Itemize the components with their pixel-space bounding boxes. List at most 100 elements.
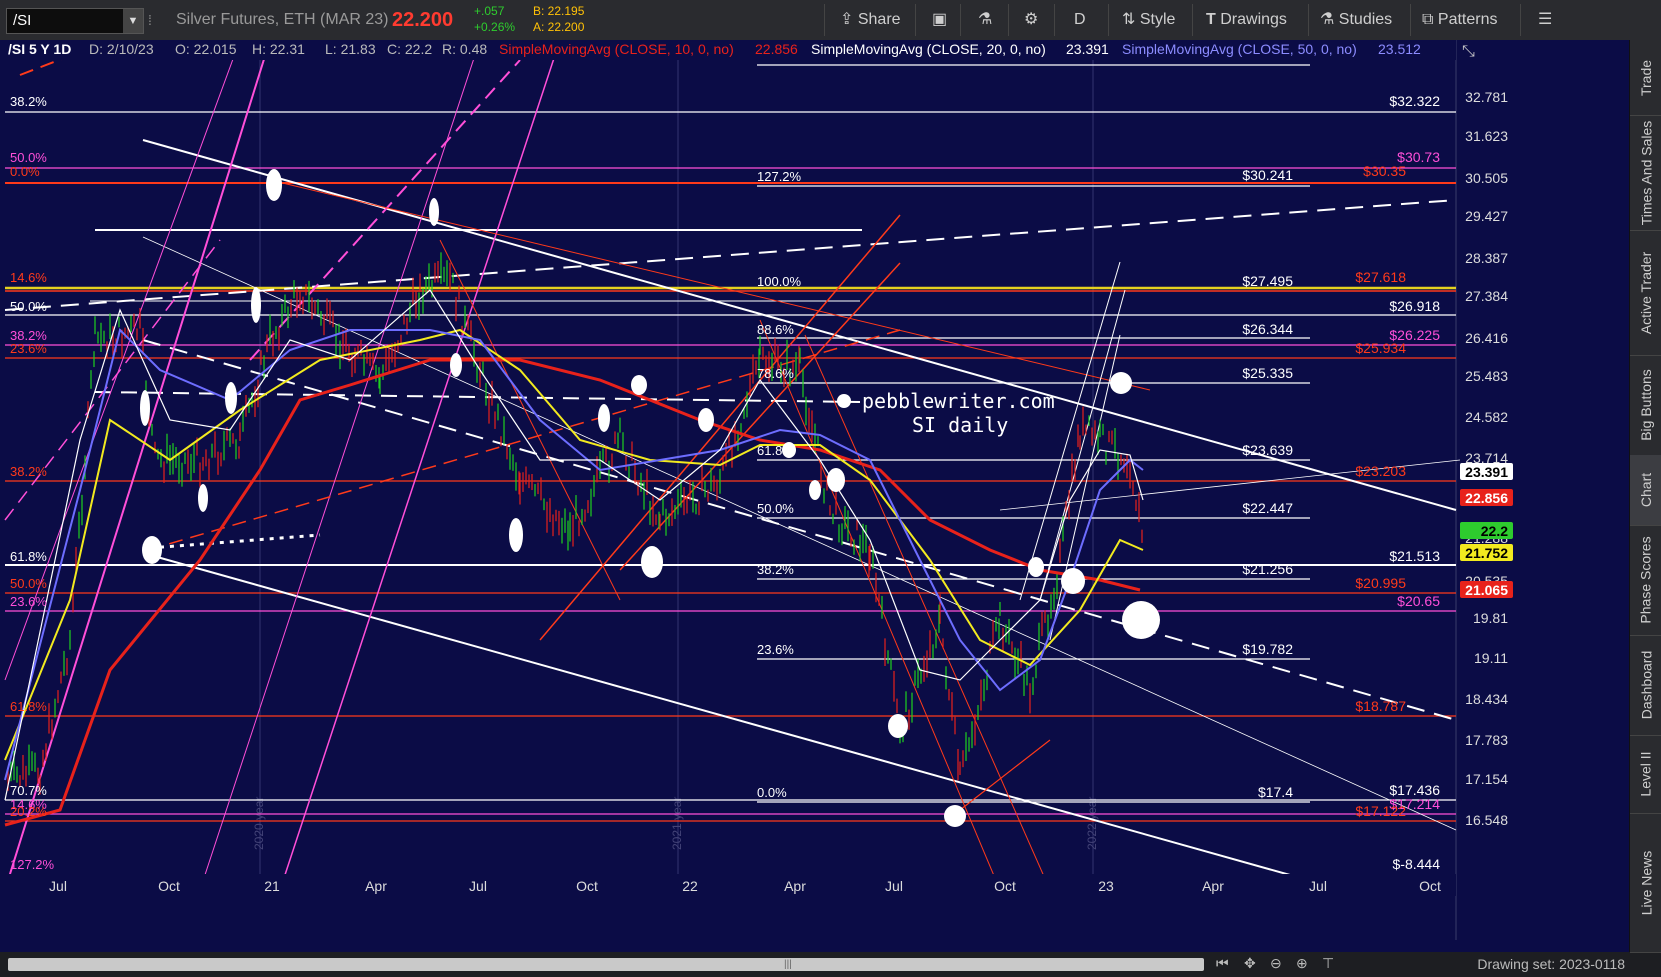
flask-button[interactable]: ⚗ (970, 0, 1000, 40)
collapse-icon[interactable]: ⤡ (1462, 43, 1475, 60)
sma10-label: SimpleMovingAvg (CLOSE, 10, 0, no) (499, 41, 734, 57)
right-level-label: $-8.444 (1393, 856, 1441, 872)
mid-fib-label: 38.2% (757, 562, 794, 577)
left-fib-label: 127.2% (10, 857, 55, 872)
right-level-label: $21.513 (1389, 548, 1440, 564)
y-tick-label: 31.623 (1465, 128, 1508, 144)
share-button[interactable]: ⇪ Share (832, 0, 909, 40)
legend-date: D: 2/10/23 (89, 41, 154, 57)
grid-icon: ▣ (932, 11, 948, 28)
zoom-in-icon[interactable]: ⊕ (1296, 955, 1308, 972)
right-level-label: $21.256 (1242, 561, 1293, 577)
y-tick-label: 19.11 (1474, 650, 1508, 666)
studies-button[interactable]: ⚗ Studies (1312, 0, 1400, 40)
y-tick-label: 18.434 (1465, 691, 1508, 707)
price-tag-label: 22.2 (1481, 523, 1508, 539)
patterns-icon: ⧉ (1422, 11, 1434, 28)
sma10-value: 22.856 (755, 41, 798, 57)
left-fib-label: 61.8% (10, 699, 47, 714)
side-tab-label: Trade (1638, 59, 1654, 96)
price-tag-label: 22.856 (1465, 490, 1508, 506)
right-level-label: $27.495 (1242, 273, 1293, 289)
y-tick-label: 17.783 (1465, 732, 1508, 748)
toolbar: /SI ▼ ⁞ Silver Futures, ETH (MAR 23) 22.… (0, 0, 1661, 41)
right-level-label: $23.639 (1242, 442, 1293, 458)
mid-fib-label: 50.0% (757, 501, 794, 516)
side-tab-level-ii[interactable]: Level II (1630, 735, 1661, 814)
y-tick-label: 27.384 (1465, 288, 1508, 304)
period-button[interactable]: D (1066, 0, 1094, 40)
left-fib-label: 38.2% (10, 94, 47, 109)
side-tab-phase-scores[interactable]: Phase Scores (1630, 525, 1661, 636)
left-fib-label: 50.0% (10, 576, 47, 591)
y-tick-label: 28.387 (1465, 250, 1508, 266)
style-label: Style (1139, 11, 1176, 28)
x-tick-label: Apr (784, 878, 806, 894)
side-tab-chart[interactable]: Chart (1630, 455, 1661, 526)
price-tag-label: 23.391 (1465, 464, 1508, 480)
share-icon: ⇪ (840, 11, 854, 28)
right-level-label: $20.65 (1397, 593, 1440, 609)
x-tick-label: Apr (365, 878, 387, 894)
legend-low: L: 21.83 (325, 41, 376, 57)
legend-close: C: 22.2 (387, 41, 432, 57)
scroll-grip-icon: ||| (784, 959, 792, 970)
year-label: 2022 year (1085, 797, 1099, 850)
legend-high: H: 22.31 (252, 41, 305, 57)
left-fib-label: 20.2% (10, 804, 47, 819)
share-label: Share (857, 11, 901, 28)
legend-range: R: 0.48 (442, 41, 487, 57)
left-fib-label: 70.7% (10, 783, 47, 798)
side-tab-times-and-sales[interactable]: Times And Sales (1630, 115, 1661, 231)
net-change: +.057 (474, 4, 505, 18)
right-level-label: $30.241 (1242, 167, 1293, 183)
right-level-label: $18.787 (1355, 698, 1406, 714)
symbol-link-icon[interactable]: ⁞ (148, 0, 152, 40)
drawings-button[interactable]: T Drawings (1198, 0, 1295, 40)
mid-fib-label: 78.6% (757, 366, 794, 381)
zoom-out-icon[interactable]: ⊖ (1270, 955, 1282, 972)
sma20-label: SimpleMovingAvg (CLOSE, 20, 0, no) (811, 41, 1046, 57)
flask-icon: ⚗ (978, 11, 993, 28)
side-tab-trade[interactable]: Trade (1630, 40, 1661, 116)
y-tick-label: 24.582 (1465, 409, 1508, 425)
menu-button[interactable]: ☰ (1530, 0, 1560, 40)
pan-icon[interactable]: ✥ (1244, 955, 1256, 972)
side-tab-big-buttons[interactable]: Big Buttons (1630, 355, 1661, 456)
mid-fib-label: 127.2% (757, 169, 802, 184)
side-tab-dashboard[interactable]: Dashboard (1630, 635, 1661, 736)
right-level-label: $22.447 (1242, 500, 1293, 516)
left-fib-label: 14.6% (10, 270, 47, 285)
fit-icon[interactable]: ⊤ (1322, 955, 1334, 972)
right-level-label: $19.782 (1242, 641, 1293, 657)
x-tick-label: Oct (994, 878, 1016, 894)
year-label: 2020 year (252, 797, 266, 850)
right-level-label: $17.122 (1355, 803, 1406, 819)
patterns-label: Patterns (1437, 11, 1498, 28)
side-tab-live-news[interactable]: Live News (1630, 813, 1661, 953)
side-tab-active-trader[interactable]: Active Trader (1630, 230, 1661, 356)
x-tick-label: Jul (469, 878, 487, 894)
price-chart[interactable]: 2020 year 2021 year 2022 year /SI 5 Y 1D D… (0, 40, 1629, 952)
patterns-button[interactable]: ⧉ Patterns (1414, 0, 1505, 40)
bid-price: B: 22.195 (533, 4, 585, 18)
x-tick-label: Oct (158, 878, 180, 894)
studies-icon: ⚗ (1320, 11, 1335, 28)
right-level-label: $25.335 (1242, 365, 1293, 381)
left-fib-label: 50.0% (10, 150, 47, 165)
symbol-selector[interactable]: /SI ▼ (6, 8, 144, 34)
grid-button[interactable]: ▣ (924, 0, 955, 40)
settings-button[interactable]: ⚙ (1016, 0, 1046, 40)
right-level-label: $27.618 (1355, 269, 1406, 285)
price-tag-label: 21.752 (1465, 545, 1508, 561)
symbol-input[interactable]: /SI (13, 9, 31, 33)
horizontal-scrollbar[interactable]: ||| (8, 958, 1204, 971)
side-tab-label: Live News (1638, 850, 1654, 915)
chevron-down-icon[interactable]: ▼ (123, 9, 143, 33)
style-button[interactable]: ⇅ Style (1114, 0, 1183, 40)
x-tick-label: Oct (576, 878, 598, 894)
right-level-label: $23.203 (1355, 463, 1406, 479)
scroll-left-icon[interactable]: ⏮ (1216, 955, 1229, 972)
y-tick-label: 26.416 (1465, 330, 1508, 346)
style-icon: ⇅ (1122, 11, 1136, 28)
